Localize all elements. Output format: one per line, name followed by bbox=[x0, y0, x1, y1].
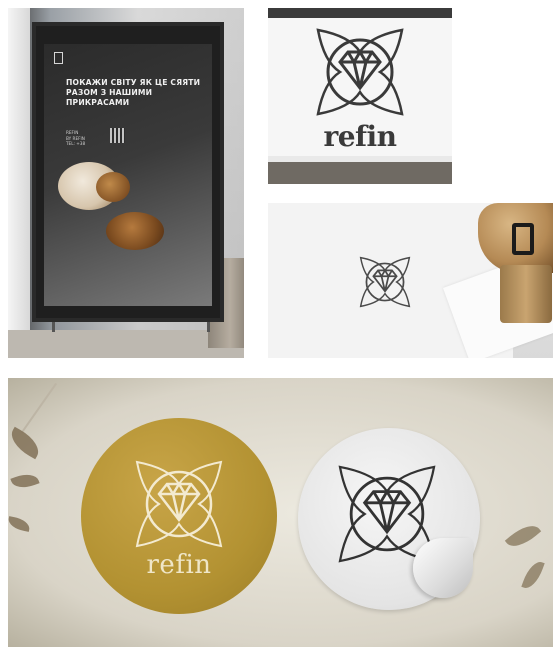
billboard-frame: ПОКАЖИ СВІТУ ЯК ЦЕ СЯЯТИ РАЗОМ З НАШИМИ … bbox=[32, 22, 224, 322]
stamp-emblem-icon bbox=[512, 223, 534, 255]
dried-leaf bbox=[504, 518, 542, 554]
billboard-mockup-image: ПОКАЖИ СВІТУ ЯК ЦЕ СЯЯТИ РАЗОМ З НАШИМИ … bbox=[8, 8, 244, 358]
sign-top-band bbox=[268, 8, 452, 18]
dried-leaf bbox=[10, 469, 40, 493]
signage-mockup-image: refin bbox=[268, 8, 452, 184]
diamond-emblem-icon bbox=[135, 460, 223, 548]
walnut-half-image bbox=[106, 212, 164, 250]
qr-code-icon bbox=[110, 128, 125, 143]
dried-leaf bbox=[8, 426, 45, 460]
sticker-mockup-image: refin bbox=[8, 378, 553, 647]
walnut-kernel-image bbox=[96, 172, 130, 202]
poster-contact-text: REFIN BY REFIN TEL: +38 bbox=[66, 130, 86, 146]
dried-leaf bbox=[521, 558, 545, 592]
sign-bottom-band bbox=[268, 162, 452, 184]
poster-headline: ПОКАЖИ СВІТУ ЯК ЦЕ СЯЯТИ РАЗОМ З НАШИМИ … bbox=[66, 78, 201, 107]
diamond-emblem-stamp-icon bbox=[359, 256, 411, 308]
diamond-emblem-icon bbox=[316, 28, 404, 116]
poster: ПОКАЖИ СВІТУ ЯК ЦЕ СЯЯТИ РАЗОМ З НАШИМИ … bbox=[44, 44, 212, 306]
stamp-paper-mockup-image bbox=[268, 203, 553, 358]
poster-logo-icon bbox=[54, 52, 63, 64]
wooden-stamp-base bbox=[500, 265, 552, 323]
sticker-peel-corner bbox=[413, 538, 473, 598]
billboard-legs bbox=[52, 322, 210, 332]
brand-wordmark: refin bbox=[323, 120, 397, 153]
dried-plant-stem bbox=[20, 382, 58, 434]
building-column bbox=[8, 8, 30, 358]
gold-sticker: refin bbox=[81, 418, 277, 614]
brand-wordmark-gold: refin bbox=[146, 550, 212, 580]
dried-leaf bbox=[8, 516, 31, 532]
